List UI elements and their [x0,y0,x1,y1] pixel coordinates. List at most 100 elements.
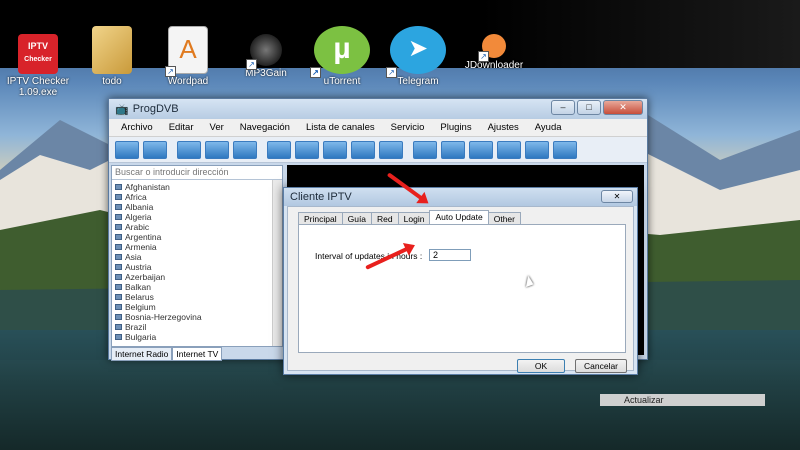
desktop-icon-label: MP3Gain [245,68,287,79]
menu-ajustes[interactable]: Ajustes [480,122,527,133]
flag-icon [115,294,122,300]
list-item[interactable]: Belarus [115,292,279,302]
list-item[interactable]: Afghanistan [115,182,279,192]
menu-ver[interactable]: Ver [202,122,232,133]
menu-servicio[interactable]: Servicio [383,122,433,133]
app-icon: 📺 [115,103,129,116]
flag-icon [115,264,122,270]
maximize-button[interactable]: □ [577,100,601,115]
cancel-button[interactable]: Cancelar [575,359,627,373]
ok-button[interactable]: OK [517,359,565,373]
desktop-icon-mp3gain[interactable]: ↗ MP3Gain [228,30,304,79]
list-item[interactable]: Arabic [115,222,279,232]
shortcut-arrow-icon: ↗ [310,67,321,78]
desktop-icon-utorrent[interactable]: µ ↗ uTorrent [304,22,380,87]
flag-icon [115,194,122,200]
toolbar-button[interactable] [469,140,493,159]
utorrent-icon: µ ↗ [310,26,370,78]
flag-icon [115,234,122,240]
tab-internet-tv[interactable]: Internet TV [172,347,223,361]
toolbar-button[interactable] [233,140,257,159]
tab-red[interactable]: Red [371,212,399,224]
interval-input[interactable]: 2 [429,249,471,261]
flag-icon [115,184,122,190]
list-item[interactable]: Argentina [115,232,279,242]
desktop-icon-iptv-checker[interactable]: IPTV Checker IPTV Checker 1.09.exe [0,30,76,98]
country-list: Afghanistan Africa Albania Algeria Arabi… [112,180,282,344]
toolbar-button[interactable] [205,140,229,159]
desktop-icon-label: todo [102,76,122,87]
tab-internet-radio[interactable]: Internet Radio [111,347,173,361]
menu-plugins[interactable]: Plugins [432,122,479,133]
context-menu-actualizar[interactable]: Actualizar [600,394,765,406]
toolbar-button[interactable] [413,140,437,159]
list-item[interactable]: Balkan [115,282,279,292]
auto-update-panel: Interval of updates in hours : 2 [298,224,626,353]
menu-archivo[interactable]: Archivo [113,122,161,133]
desktop-icon-todo[interactable]: todo [74,22,150,87]
minimize-button[interactable]: – [551,100,575,115]
list-item[interactable]: Asia [115,252,279,262]
list-item-label: Albania [125,202,154,212]
tab-guia[interactable]: Guía [341,212,373,224]
toolbar-button[interactable] [497,140,521,159]
vertical-scrollbar[interactable] [272,180,282,346]
tab-login[interactable]: Login [397,212,431,224]
tab-principal[interactable]: Principal [298,212,343,224]
list-item-label: Africa [125,192,147,202]
dialog-close-button[interactable]: ✕ [601,190,633,203]
tab-other[interactable]: Other [487,212,521,224]
toolbar-button[interactable] [267,140,291,159]
toolbar-button[interactable] [525,140,549,159]
list-item[interactable]: Armenia [115,242,279,252]
list-item[interactable]: Azerbaijan [115,272,279,282]
progdvb-titlebar[interactable]: 📺 ProgDVB – □ ✕ [109,99,647,119]
mp3gain-icon: ↗ [246,34,282,70]
list-item[interactable]: Bosnia-Herzegovina [115,312,279,322]
list-item-label: Bosnia-Herzegovina [125,312,202,322]
list-item-label: Bulgaria [125,332,157,342]
flag-icon [115,314,122,320]
menu-navegacion[interactable]: Navegación [232,122,298,133]
toolbar-button[interactable] [379,140,403,159]
toolbar-button[interactable] [553,140,577,159]
list-item[interactable]: Africa [115,192,279,202]
menu-editar[interactable]: Editar [161,122,202,133]
toolbar-button[interactable] [441,140,465,159]
list-item[interactable]: Albania [115,202,279,212]
toolbar-button[interactable] [115,140,139,159]
close-button[interactable]: ✕ [603,100,643,115]
list-item[interactable]: Brazil [115,322,279,332]
toolbar-button[interactable] [323,140,347,159]
menu-ayuda[interactable]: Ayuda [527,122,570,133]
dialog-titlebar[interactable]: Cliente IPTV [284,188,637,206]
flag-icon [115,284,122,290]
search-input[interactable]: Buscar o introducir dirección [112,166,282,180]
toolbar-button[interactable] [295,140,319,159]
desktop-icon-telegram[interactable]: ➤ ↗ Telegram [380,22,456,87]
shortcut-arrow-icon: ↗ [386,67,397,78]
shortcut-arrow-icon: ↗ [165,66,176,77]
list-item[interactable]: Austria [115,262,279,272]
flag-icon [115,204,122,210]
channel-list-panel: Buscar o introducir dirección Afghanista… [111,165,283,347]
desktop-icon-wordpad[interactable]: A ↗ Wordpad [150,22,226,87]
list-item[interactable]: Bulgaria [115,332,279,342]
dialog-title: Cliente IPTV [290,191,352,203]
list-item-label: Argentina [125,232,162,242]
menu-lista-de-canales[interactable]: Lista de canales [298,122,383,133]
toolbar-button[interactable] [143,140,167,159]
list-item-label: Belarus [125,292,154,302]
toolbar-button[interactable] [351,140,375,159]
cliente-iptv-dialog: Cliente IPTV ✕ Principal Guía Red Login … [283,187,638,375]
list-item[interactable]: Belgium [115,302,279,312]
desktop-icon-jdownloader[interactable]: ↗ JDownloader [456,30,532,71]
list-item[interactable]: Algeria [115,212,279,222]
toolbar-button[interactable] [177,140,201,159]
interval-label: Interval of updates in hours : [315,251,423,261]
wordpad-icon: A ↗ [165,26,208,77]
tab-auto-update[interactable]: Auto Update [429,210,489,224]
folder-icon [92,26,132,74]
jdownloader-icon: ↗ [478,34,506,62]
list-item-label: Brazil [125,322,147,332]
